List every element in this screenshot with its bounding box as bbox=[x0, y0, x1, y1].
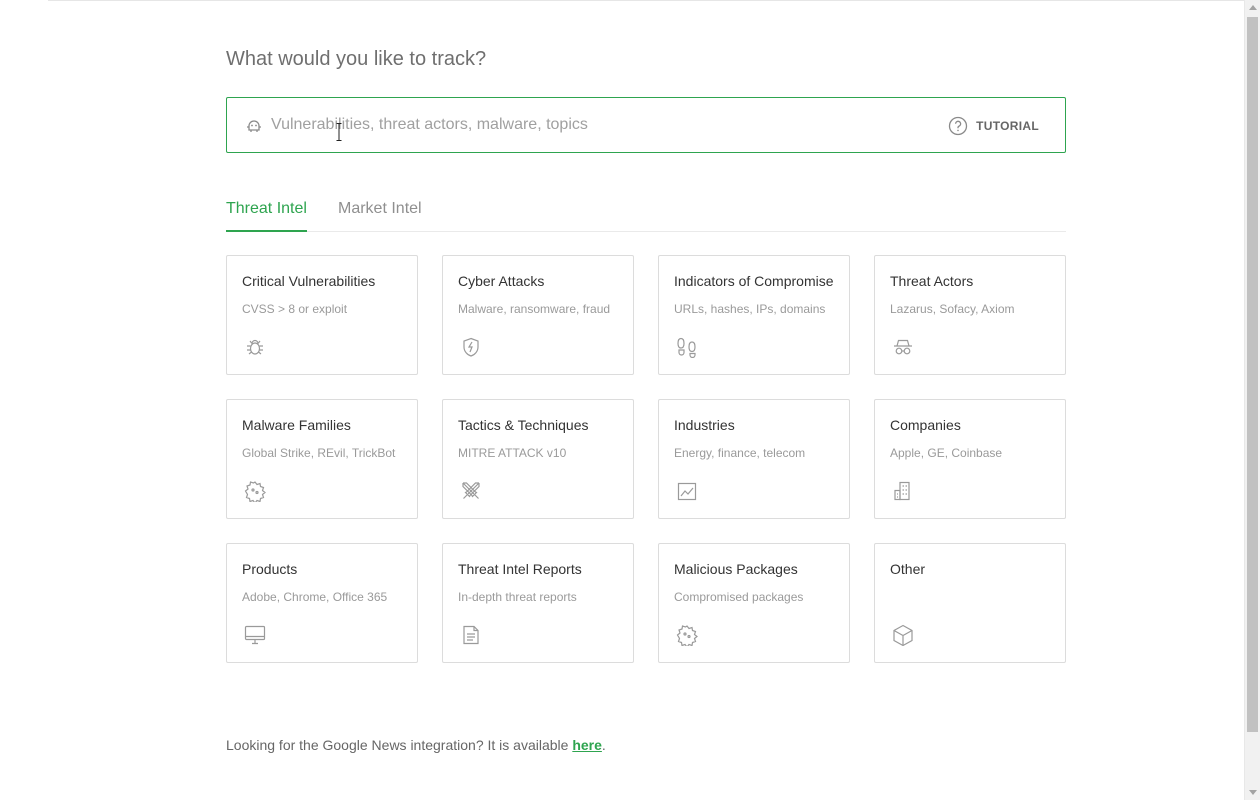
card-title: Indicators of Compromise bbox=[674, 273, 834, 289]
tab-threat-intel[interactable]: Threat Intel bbox=[226, 200, 307, 232]
card-products[interactable]: Products Adobe, Chrome, Office 365 bbox=[226, 543, 418, 663]
scrollbar-thumb[interactable] bbox=[1247, 17, 1258, 732]
page-title: What would you like to track? bbox=[226, 48, 487, 70]
monitor-icon bbox=[244, 624, 266, 646]
scroll-down-icon[interactable] bbox=[1245, 784, 1260, 800]
footer-suffix: . bbox=[601, 737, 606, 753]
card-subtitle: MITRE ATTACK v10 bbox=[458, 446, 567, 460]
spy-icon bbox=[892, 336, 914, 358]
card-title: Malicious Packages bbox=[674, 561, 798, 577]
card-title: Cyber Attacks bbox=[458, 273, 545, 289]
cube-icon bbox=[892, 624, 914, 647]
card-subtitle: CVSS > 8 or exploit bbox=[242, 302, 348, 316]
text-cursor-icon bbox=[336, 123, 342, 141]
card-threat-intel-reports[interactable]: Threat Intel Reports In-depth threat rep… bbox=[442, 543, 634, 663]
card-title: Industries bbox=[674, 417, 735, 433]
card-subtitle: Apple, GE, Coinbase bbox=[890, 446, 1003, 460]
bug-icon bbox=[244, 336, 266, 358]
tutorial-label: TUTORIAL bbox=[976, 119, 1039, 133]
card-subtitle: URLs, hashes, IPs, domains bbox=[674, 302, 826, 316]
virus-icon bbox=[244, 480, 266, 504]
scroll-up-icon[interactable] bbox=[1245, 0, 1260, 16]
package-virus-icon bbox=[676, 624, 698, 648]
card-title: Malware Families bbox=[242, 417, 351, 433]
card-industries[interactable]: Industries Energy, finance, telecom bbox=[658, 399, 850, 519]
card-subtitle: Energy, finance, telecom bbox=[674, 446, 806, 460]
card-title: Tactics & Techniques bbox=[458, 417, 589, 433]
footer-text: Looking for the Google News integration?… bbox=[226, 737, 573, 753]
card-indicators-of-compromise[interactable]: Indicators of Compromise URLs, hashes, I… bbox=[658, 255, 850, 375]
card-title: Other bbox=[890, 561, 926, 577]
card-subtitle: Adobe, Chrome, Office 365 bbox=[242, 590, 388, 604]
card-title: Critical Vulnerabilities bbox=[242, 273, 376, 289]
card-tactics-techniques[interactable]: Tactics & Techniques MITRE ATTACK v10 bbox=[442, 399, 634, 519]
search-input[interactable] bbox=[271, 112, 911, 138]
card-subtitle: Global Strike, REvil, TrickBot bbox=[242, 446, 396, 460]
card-subtitle: Compromised packages bbox=[674, 590, 804, 604]
card-title: Threat Intel Reports bbox=[458, 561, 582, 577]
card-subtitle: Malware, ransomware, fraud bbox=[458, 302, 611, 316]
tab-bar: Threat Intel Market Intel bbox=[226, 196, 1066, 232]
bot-icon bbox=[245, 117, 263, 135]
card-companies[interactable]: Companies Apple, GE, Coinbase bbox=[874, 399, 1066, 519]
footprints-icon bbox=[676, 336, 698, 359]
card-subtitle: Lazarus, Sofacy, Axiom bbox=[890, 302, 1015, 316]
card-threat-actors[interactable]: Threat Actors Lazarus, Sofacy, Axiom bbox=[874, 255, 1066, 375]
card-title: Threat Actors bbox=[890, 273, 974, 289]
tutorial-button[interactable]: TUTORIAL bbox=[948, 116, 1039, 136]
document-icon bbox=[460, 624, 482, 646]
card-cyber-attacks[interactable]: Cyber Attacks Malware, ransomware, fraud bbox=[442, 255, 634, 375]
card-malicious-packages[interactable]: Malicious Packages Compromised packages bbox=[658, 543, 850, 663]
tab-market-intel[interactable]: Market Intel bbox=[338, 200, 422, 230]
shield-bolt-icon bbox=[460, 336, 482, 358]
chart-icon bbox=[676, 480, 698, 502]
card-subtitle: In-depth threat reports bbox=[458, 590, 577, 604]
crossed-swords-icon bbox=[460, 480, 482, 502]
top-divider bbox=[48, 0, 1244, 1]
card-other[interactable]: Other bbox=[874, 543, 1066, 663]
card-critical-vulnerabilities[interactable]: Critical Vulnerabilities CVSS > 8 or exp… bbox=[226, 255, 418, 375]
card-title: Products bbox=[242, 561, 298, 577]
footer-note: Looking for the Google News integration?… bbox=[226, 737, 606, 753]
search-box[interactable]: TUTORIAL bbox=[226, 97, 1066, 153]
building-icon bbox=[892, 480, 914, 502]
vertical-scrollbar[interactable] bbox=[1244, 0, 1260, 800]
help-circle-icon bbox=[948, 116, 968, 136]
card-malware-families[interactable]: Malware Families Global Strike, REvil, T… bbox=[226, 399, 418, 519]
footer-link-here[interactable]: here bbox=[572, 737, 602, 753]
card-title: Companies bbox=[890, 417, 961, 433]
